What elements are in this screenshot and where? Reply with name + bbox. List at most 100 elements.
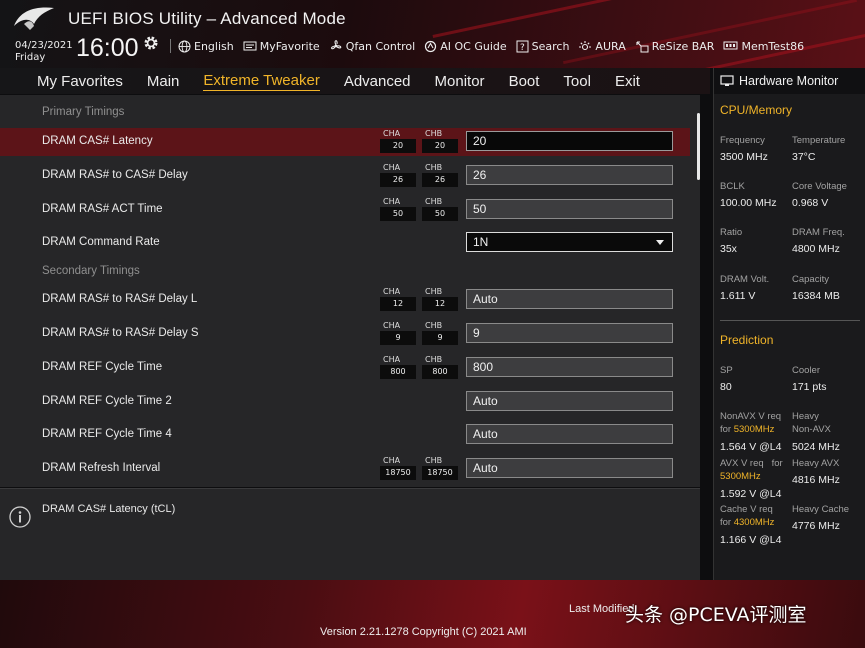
chb-indicator: CHB 50: [422, 196, 458, 221]
cooler-label: Cooler: [792, 365, 820, 376]
search-button[interactable]: ? Search: [516, 40, 569, 53]
hardware-monitor-panel: Hardware Monitor CPU/Memory Frequency 35…: [713, 68, 865, 580]
rrd-s-input[interactable]: 9: [466, 323, 673, 343]
language-label: English: [194, 39, 234, 53]
tab-tool[interactable]: Tool: [563, 73, 591, 90]
cha-indicator: CHA 9: [380, 320, 416, 345]
setting-label: DRAM REF Cycle Time 4: [42, 428, 172, 440]
footer-bar: Last Modified 头条 @PCEVA评测室 Version 2.21.…: [0, 580, 865, 648]
frequency-label: Frequency: [720, 135, 765, 146]
setting-row-ref-cycle-time-4[interactable]: DRAM REF Cycle Time 4 Auto: [0, 421, 690, 449]
chb-indicator: CHB 26: [422, 162, 458, 187]
ratio-value: 35x: [720, 243, 737, 255]
cha-indicator: CHA 18750: [380, 455, 416, 480]
ras-to-cas-delay-input[interactable]: 26: [466, 165, 673, 185]
rrd-l-input[interactable]: Auto: [466, 289, 673, 309]
temperature-label: Temperature: [792, 135, 846, 146]
settings-scrollbar[interactable]: [697, 113, 700, 180]
language-button[interactable]: English: [178, 40, 234, 53]
setting-row-command-rate[interactable]: DRAM Command Rate 1N: [0, 229, 690, 257]
bclk-value: 100.00 MHz: [720, 197, 777, 209]
command-rate-select[interactable]: 1N: [466, 232, 673, 252]
memtest86-button[interactable]: MemTest86: [723, 40, 804, 53]
top-toolbar: English MyFavorite Qfan Control AI OC Gu…: [170, 39, 813, 53]
nonavx-value: 1.564 V @L4: [720, 441, 782, 453]
svg-text:?: ?: [520, 43, 525, 53]
resize-bar-button[interactable]: ReSize BAR: [635, 39, 715, 53]
myfavorite-button[interactable]: MyFavorite: [243, 40, 320, 53]
setting-row-rrd-s[interactable]: DRAM RAS# to RAS# Delay S CHA 9 CHB 9 9: [0, 320, 690, 348]
help-text: DRAM CAS# Latency (tCL): [42, 503, 176, 515]
setting-row-refresh-interval[interactable]: DRAM Refresh Interval CHA 18750 CHB 18750 …: [0, 455, 690, 483]
cooler-value: 171 pts: [792, 381, 827, 393]
setting-row-cas-latency[interactable]: DRAM CAS# Latency CHA 20 CHB 20 20: [0, 128, 690, 156]
date-text: 04/23/2021: [15, 40, 73, 51]
heavy-cache-label: Heavy Cache: [792, 504, 850, 515]
tab-boot[interactable]: Boot: [509, 73, 540, 90]
resize-bar-label: ReSize BAR: [651, 39, 715, 53]
setting-row-ref-cycle-time[interactable]: DRAM REF Cycle Time CHA 800 CHB 800 800: [0, 354, 690, 382]
refresh-interval-input[interactable]: Auto: [466, 458, 673, 478]
tab-exit[interactable]: Exit: [615, 73, 640, 90]
tab-extreme-tweaker[interactable]: Extreme Tweaker: [203, 72, 320, 91]
setting-row-rrd-l[interactable]: DRAM RAS# to RAS# Delay L CHA 12 CHB 12 Au…: [0, 286, 690, 314]
settings-panel: Primary Timings DRAM CAS# Latency CHA 20 …: [0, 95, 700, 487]
chb-indicator: CHB 20: [422, 128, 458, 153]
search-icon: ?: [516, 40, 529, 53]
setting-label: DRAM REF Cycle Time 2: [42, 395, 172, 407]
cha-indicator: CHA 20: [380, 128, 416, 153]
cha-indicator: CHA 50: [380, 196, 416, 221]
aura-icon: [579, 40, 592, 50]
setting-label: DRAM RAS# to CAS# Delay: [42, 169, 188, 181]
monitor-icon: [720, 75, 734, 86]
setting-label: DRAM RAS# to RAS# Delay S: [42, 327, 199, 339]
cha-indicator: CHA 12: [380, 286, 416, 311]
fan-icon: [330, 40, 342, 50]
section-primary-timings: Primary Timings: [42, 106, 125, 118]
setting-row-ras-act-time[interactable]: DRAM RAS# ACT Time CHA 50 CHB 50 50: [0, 196, 690, 224]
tab-advanced[interactable]: Advanced: [344, 73, 411, 90]
divider: [720, 320, 860, 321]
ai-oc-guide-label: AI OC Guide: [440, 39, 507, 53]
heavy-nonavx-value: 5024 MHz: [792, 441, 840, 453]
avx-label: AVX V req for: [720, 458, 783, 469]
nonavx-freq: 5300MHz: [733, 424, 775, 435]
page-title: UEFI BIOS Utility – Advanced Mode: [68, 9, 346, 28]
capacity-label: Capacity: [792, 274, 829, 285]
cache-value: 1.166 V @L4: [720, 534, 782, 546]
ref-cycle-time-2-input[interactable]: Auto: [466, 391, 673, 411]
avx-value: 1.592 V @L4: [720, 488, 782, 500]
chb-indicator: CHB 9: [422, 320, 458, 345]
gear-icon[interactable]: [143, 35, 159, 51]
chevron-down-icon: [656, 240, 664, 245]
ref-cycle-time-4-input[interactable]: Auto: [466, 424, 673, 444]
aura-button[interactable]: AURA: [578, 40, 626, 53]
ref-cycle-time-input[interactable]: 800: [466, 357, 673, 377]
tab-my-favorites[interactable]: My Favorites: [37, 73, 123, 90]
time-display: 16:00: [76, 34, 139, 62]
chb-indicator: CHB 12: [422, 286, 458, 311]
cpu-memory-section: CPU/Memory: [720, 103, 793, 117]
setting-label: DRAM RAS# ACT Time: [42, 203, 163, 215]
qfan-control-button[interactable]: Qfan Control: [329, 39, 415, 53]
tab-monitor[interactable]: Monitor: [435, 73, 485, 90]
sp-label: SP: [720, 365, 733, 376]
setting-row-ras-to-cas-delay[interactable]: DRAM RAS# to CAS# Delay CHA 26 CHB 26 26: [0, 162, 690, 190]
heavy-nonavx-label-2: Non-AVX: [792, 424, 831, 435]
main-nav: My Favorites Main Extreme Tweaker Advanc…: [0, 68, 710, 94]
setting-label: DRAM CAS# Latency: [42, 135, 153, 147]
setting-label: DRAM RAS# to RAS# Delay L: [42, 293, 198, 305]
cas-latency-input[interactable]: 20: [466, 131, 673, 151]
setting-row-ref-cycle-time-2[interactable]: DRAM REF Cycle Time 2 Auto: [0, 388, 690, 416]
hardware-monitor-title: Hardware Monitor: [739, 74, 839, 88]
help-info-bar: DRAM CAS# Latency (tCL): [0, 488, 700, 580]
core-voltage-label: Core Voltage: [792, 181, 847, 192]
header-bar: UEFI BIOS Utility – Advanced Mode 04/23/…: [0, 0, 865, 68]
command-rate-value: 1N: [473, 235, 489, 249]
myfavorite-label: MyFavorite: [259, 39, 320, 53]
ai-oc-guide-button[interactable]: AI OC Guide: [424, 39, 507, 53]
core-voltage-value: 0.968 V: [792, 197, 829, 209]
ras-act-time-input[interactable]: 50: [466, 199, 673, 219]
favorite-icon: [243, 41, 257, 51]
tab-main[interactable]: Main: [147, 73, 180, 90]
